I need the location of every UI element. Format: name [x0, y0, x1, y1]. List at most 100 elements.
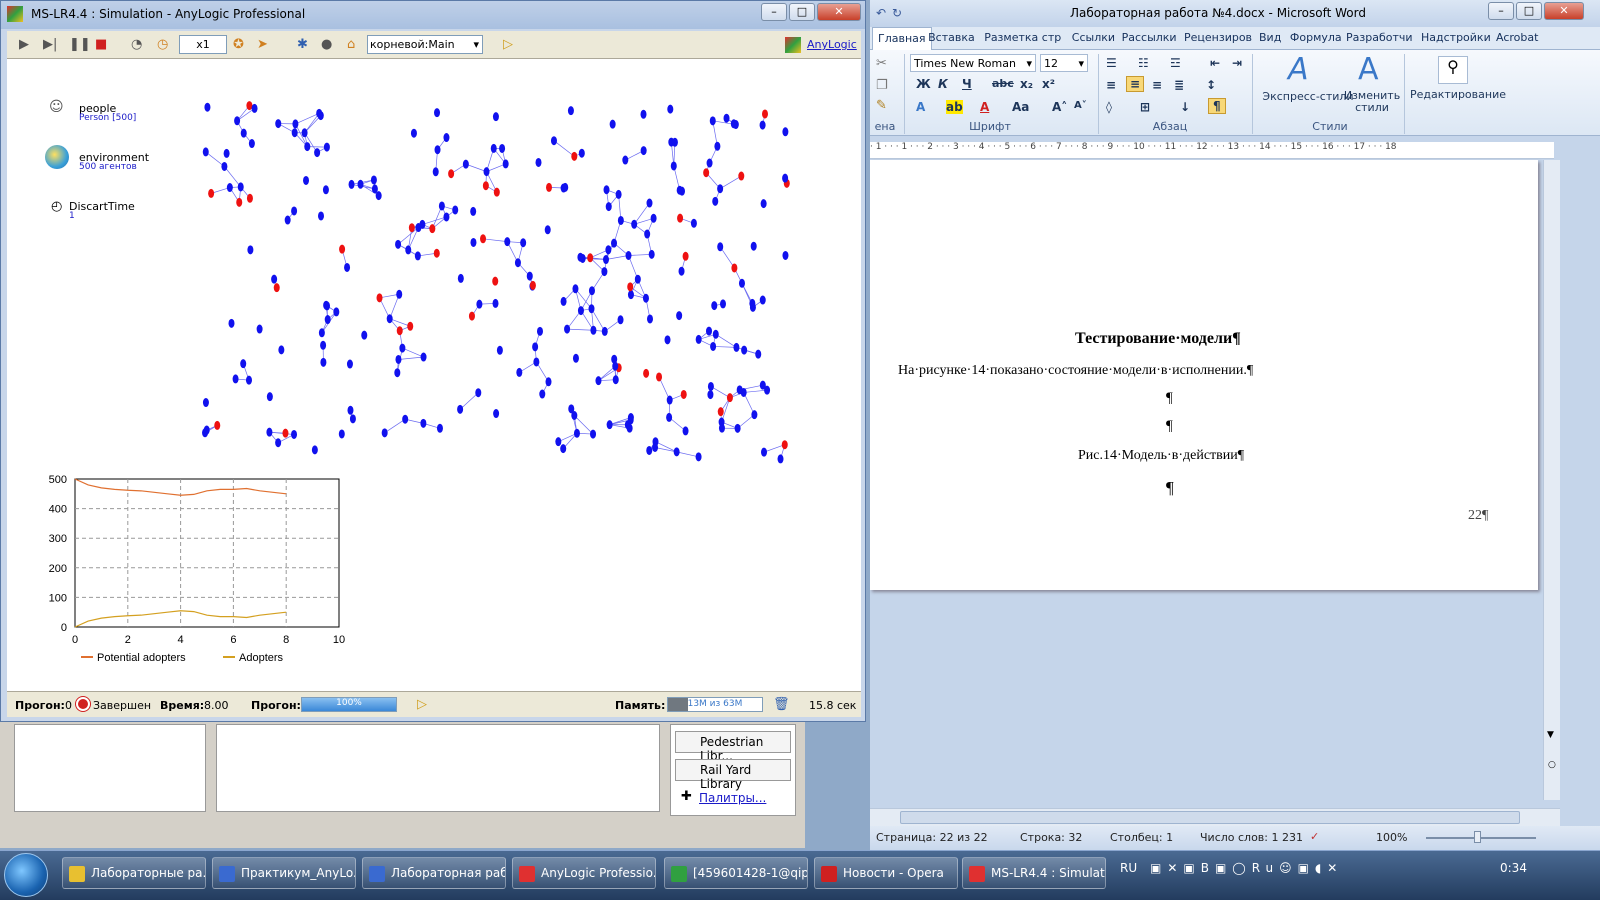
agent-node[interactable]: [405, 245, 412, 255]
agent-node[interactable]: [414, 251, 421, 261]
agent-node[interactable]: [782, 127, 789, 137]
agent-node[interactable]: [555, 437, 562, 447]
agent-node[interactable]: [318, 328, 325, 338]
agent-node[interactable]: [429, 224, 436, 234]
agent-node[interactable]: [759, 120, 766, 130]
agent-node[interactable]: [690, 218, 697, 228]
agent-node[interactable]: [761, 109, 768, 119]
decrease-indent-button[interactable]: ⇤: [1210, 56, 1220, 70]
agent-node[interactable]: [202, 147, 209, 157]
word-maximize-button[interactable]: □: [1516, 2, 1542, 20]
agent-node[interactable]: [203, 425, 210, 435]
stop-icon[interactable]: ■: [95, 37, 107, 52]
agent-node[interactable]: [741, 345, 748, 355]
agent-node[interactable]: [571, 151, 578, 161]
agent-node[interactable]: [676, 311, 683, 321]
agent-node[interactable]: [736, 385, 743, 395]
ribbon-tab[interactable]: Разработчи: [1346, 31, 1413, 44]
agent-node[interactable]: [370, 175, 377, 185]
agent-node[interactable]: [590, 429, 597, 439]
agent-node[interactable]: [410, 128, 417, 138]
agent-node[interactable]: [601, 326, 608, 336]
agent-node[interactable]: [322, 185, 329, 195]
agent-node[interactable]: [291, 429, 298, 439]
agent-node[interactable]: [707, 381, 714, 391]
agent-node[interactable]: [303, 175, 310, 185]
spelling-check-icon[interactable]: ✓: [1310, 830, 1319, 843]
agent-node[interactable]: [246, 193, 253, 203]
agent-node[interactable]: [475, 388, 482, 398]
agent-node[interactable]: [462, 159, 469, 169]
agent-node[interactable]: [457, 273, 464, 283]
agent-node[interactable]: [590, 325, 597, 335]
agent-node[interactable]: [572, 284, 579, 294]
palettes-link[interactable]: Палитры...: [699, 791, 766, 805]
agent-node[interactable]: [564, 324, 571, 334]
agent-node[interactable]: [402, 414, 409, 424]
agent-node[interactable]: [240, 128, 247, 138]
agent-node[interactable]: [482, 181, 489, 191]
agent-node[interactable]: [304, 142, 311, 152]
italic-button[interactable]: К: [938, 77, 948, 91]
agent-node[interactable]: [266, 392, 273, 402]
agent-node[interactable]: [567, 106, 574, 116]
agent-node[interactable]: [717, 242, 724, 252]
model-time-mode-icon[interactable]: ◔: [131, 37, 142, 52]
agent-node[interactable]: [234, 116, 241, 126]
agent-node[interactable]: [493, 409, 500, 419]
agent-node[interactable]: [433, 248, 440, 258]
ribbon-tab[interactable]: Надстройки: [1421, 31, 1491, 44]
agent-node[interactable]: [348, 179, 355, 189]
status-column[interactable]: Столбец: 1: [1110, 831, 1173, 844]
agent-node[interactable]: [415, 223, 422, 233]
agent-node[interactable]: [615, 189, 622, 199]
agent-node[interactable]: [208, 188, 215, 198]
agent-node[interactable]: [394, 368, 401, 378]
agent-node[interactable]: [664, 335, 671, 345]
agent-node[interactable]: [703, 168, 710, 178]
agent-node[interactable]: [535, 157, 542, 167]
ribbon-tab[interactable]: Вставка: [928, 31, 975, 44]
agent-node[interactable]: [226, 183, 233, 193]
agent-node[interactable]: [396, 326, 403, 336]
agent-node[interactable]: [434, 108, 441, 118]
agent-node[interactable]: [734, 423, 741, 433]
agent-node[interactable]: [612, 375, 619, 385]
align-center-button[interactable]: ≡: [1126, 76, 1145, 92]
agent-node[interactable]: [483, 167, 490, 177]
agent-node[interactable]: [652, 442, 659, 452]
agent-node[interactable]: [609, 119, 616, 129]
agent-node[interactable]: [676, 185, 683, 195]
experiment-select[interactable]: корневой:Main ▾: [367, 35, 483, 54]
agent-node[interactable]: [605, 202, 612, 212]
agent-node[interactable]: [733, 342, 740, 352]
agent-node[interactable]: [667, 104, 674, 114]
agent-node[interactable]: [338, 429, 345, 439]
agent-node[interactable]: [266, 427, 273, 437]
agent-node[interactable]: [386, 314, 393, 324]
agent-node[interactable]: [316, 108, 323, 118]
quick-access-undo-icon[interactable]: ↶: [876, 6, 886, 20]
agent-node[interactable]: [502, 159, 509, 169]
agent-node[interactable]: [492, 276, 499, 286]
anylogic-link[interactable]: AnyLogic: [807, 38, 857, 51]
numbering-button[interactable]: ☷: [1138, 56, 1149, 70]
agent-node[interactable]: [536, 326, 543, 336]
underline-button[interactable]: Ч: [962, 77, 972, 91]
agent-node[interactable]: [588, 304, 595, 314]
agent-node[interactable]: [777, 454, 784, 464]
taskbar-item[interactable]: Лабораторная раб...: [362, 857, 506, 889]
agent-node[interactable]: [573, 428, 580, 438]
agent-node[interactable]: [499, 143, 506, 153]
agent-node[interactable]: [617, 215, 624, 225]
agent-node[interactable]: [526, 271, 533, 281]
agent-node[interactable]: [677, 213, 684, 223]
run-forward-icon[interactable]: ▷: [503, 37, 513, 52]
agent-node[interactable]: [399, 343, 406, 353]
agent-node[interactable]: [545, 377, 552, 387]
camera-icon[interactable]: ●: [321, 37, 332, 52]
agent-node[interactable]: [761, 447, 768, 457]
status-line[interactable]: Строка: 32: [1020, 831, 1082, 844]
word-minimize-button[interactable]: –: [1488, 2, 1514, 20]
agent-node[interactable]: [680, 389, 687, 399]
